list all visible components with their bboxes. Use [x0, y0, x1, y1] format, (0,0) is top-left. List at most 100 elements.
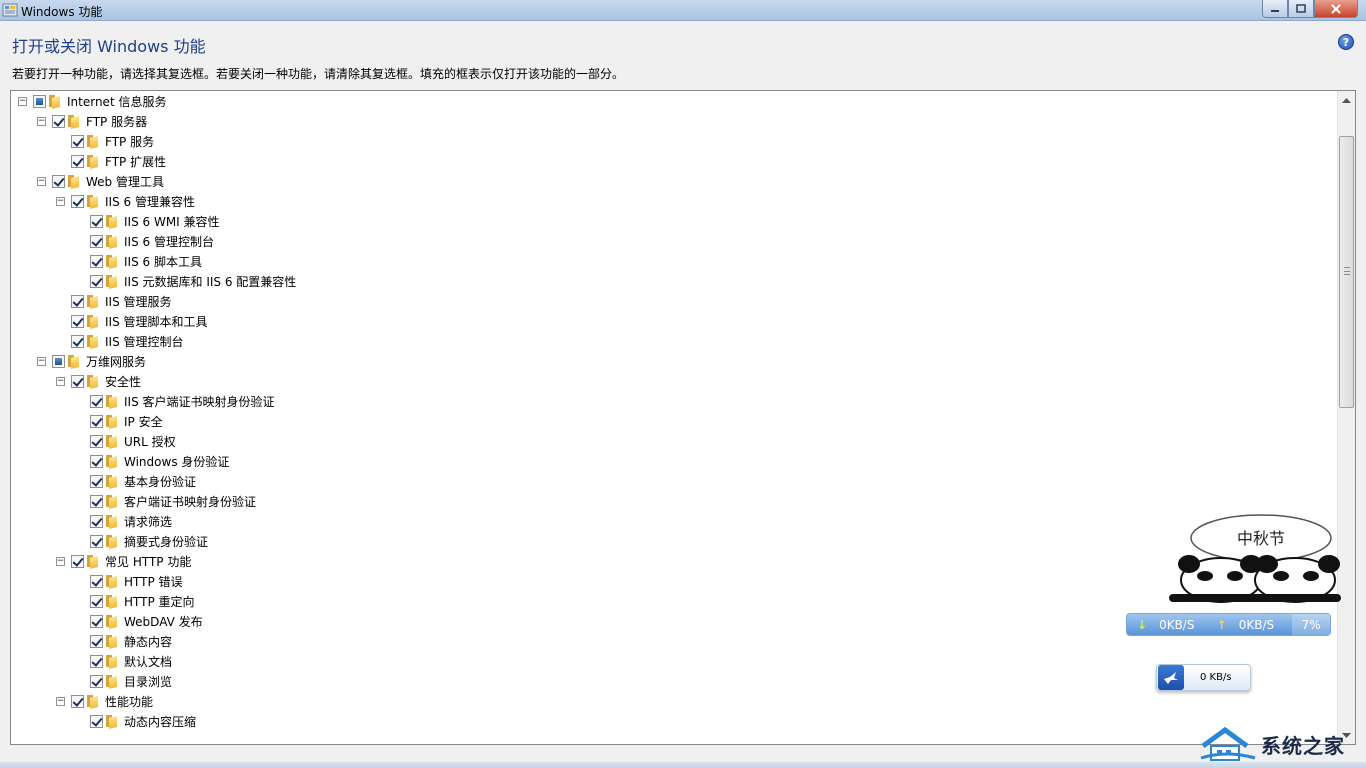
- folder-icon: [86, 294, 98, 308]
- collapse-icon[interactable]: −: [56, 196, 65, 206]
- folder-icon: [105, 274, 117, 288]
- collapse-icon[interactable]: −: [37, 116, 46, 126]
- feature-checkbox[interactable]: [90, 454, 103, 468]
- collapse-icon[interactable]: −: [37, 356, 46, 366]
- collapse-icon[interactable]: −: [56, 556, 65, 566]
- tree-row[interactable]: − FTP 服务器: [37, 111, 147, 131]
- tree-row[interactable]: IIS 6 管理控制台: [75, 231, 214, 251]
- folder-icon: [105, 414, 117, 428]
- feature-checkbox[interactable]: [90, 594, 103, 608]
- feature-checkbox[interactable]: [52, 114, 65, 128]
- tree-row[interactable]: − Internet 信息服务: [18, 91, 166, 111]
- tree-row[interactable]: URL 授权: [75, 431, 176, 451]
- cpu-usage: 7%: [1292, 614, 1330, 635]
- collapse-icon[interactable]: −: [56, 696, 65, 706]
- tree-row[interactable]: 客户端证书映射身份验证: [75, 491, 256, 511]
- tree-row[interactable]: − IIS 6 管理兼容性: [56, 191, 195, 211]
- tree-row[interactable]: 目录浏览: [75, 671, 172, 691]
- feature-checkbox[interactable]: [90, 434, 103, 448]
- tree-row[interactable]: HTTP 错误: [75, 571, 183, 591]
- close-button[interactable]: [1314, 0, 1358, 18]
- feature-checkbox[interactable]: [90, 654, 103, 668]
- tree-row[interactable]: − 万维网服务: [37, 351, 146, 371]
- folder-icon: [105, 434, 117, 448]
- feature-checkbox[interactable]: [90, 494, 103, 508]
- help-icon[interactable]: ?: [1338, 34, 1354, 50]
- feature-checkbox[interactable]: [90, 214, 103, 228]
- feature-checkbox[interactable]: [90, 254, 103, 268]
- feature-checkbox[interactable]: [71, 374, 84, 388]
- feature-checkbox[interactable]: [90, 234, 103, 248]
- maximize-button[interactable]: [1288, 0, 1314, 18]
- house-logo-icon: [1200, 726, 1256, 761]
- download-speed: ↓ 0KB/S: [1127, 614, 1203, 635]
- windows-features-icon: [2, 3, 18, 17]
- tree-row[interactable]: IIS 管理服务: [56, 291, 172, 311]
- feature-checkbox[interactable]: [71, 154, 84, 168]
- tree-row[interactable]: HTTP 重定向: [75, 591, 195, 611]
- tree-row[interactable]: 静态内容: [75, 631, 172, 651]
- feature-checkbox[interactable]: [90, 674, 103, 688]
- tree-row[interactable]: IP 安全: [75, 411, 163, 431]
- tree-row[interactable]: IIS 6 WMI 兼容性: [75, 211, 220, 231]
- tree-row[interactable]: − 常见 HTTP 功能: [56, 551, 191, 571]
- feature-checkbox[interactable]: [90, 634, 103, 648]
- tree-row[interactable]: 动态内容压缩: [75, 711, 196, 731]
- tree-row[interactable]: WebDAV 发布: [75, 611, 203, 631]
- feature-checkbox[interactable]: [90, 414, 103, 428]
- collapse-icon[interactable]: −: [18, 96, 27, 106]
- tree-row[interactable]: IIS 管理脚本和工具: [56, 311, 208, 331]
- feature-checkbox[interactable]: [71, 194, 84, 208]
- folder-icon: [67, 114, 79, 128]
- network-speed-widget[interactable]: ↓ 0KB/S ↑ 0KB/S 7%: [1126, 613, 1331, 636]
- partial-checkbox[interactable]: [52, 354, 65, 368]
- dialog-body: 打开或关闭 Windows 功能 ? 若要打开一种功能，请选择其复选框。若要关闭…: [0, 21, 1366, 768]
- feature-checkbox[interactable]: [71, 134, 84, 148]
- tree-row[interactable]: IIS 元数据库和 IIS 6 配置兼容性: [75, 271, 296, 291]
- collapse-icon[interactable]: −: [37, 176, 46, 186]
- tree-row[interactable]: IIS 管理控制台: [56, 331, 184, 351]
- tree-row[interactable]: − 性能功能: [56, 691, 153, 711]
- folder-icon: [105, 714, 117, 728]
- feature-checkbox[interactable]: [52, 174, 65, 188]
- feature-checkbox[interactable]: [90, 614, 103, 628]
- feature-checkbox[interactable]: [90, 714, 103, 728]
- tree-item-label: IP 安全: [124, 414, 163, 429]
- scroll-up-button[interactable]: [1338, 91, 1355, 108]
- scroll-thumb[interactable]: [1339, 136, 1354, 408]
- feature-checkbox[interactable]: [90, 394, 103, 408]
- features-tree-panel: − Internet 信息服务 − FTP 服务器 FTP 服务 FTP 扩展性 − Web …: [10, 90, 1356, 745]
- feature-checkbox[interactable]: [90, 274, 103, 288]
- tree-row[interactable]: − 安全性: [56, 371, 141, 391]
- feature-checkbox[interactable]: [71, 314, 84, 328]
- tree-row[interactable]: IIS 6 脚本工具: [75, 251, 202, 271]
- tree-item-label: FTP 服务器: [86, 114, 148, 129]
- tree-row[interactable]: FTP 扩展性: [56, 151, 166, 171]
- feature-checkbox[interactable]: [71, 694, 84, 708]
- collapse-icon[interactable]: −: [56, 376, 65, 386]
- feature-checkbox[interactable]: [90, 574, 103, 588]
- tree-item-label: HTTP 错误: [124, 574, 183, 589]
- tree-row[interactable]: 默认文档: [75, 651, 172, 671]
- folder-icon: [86, 554, 98, 568]
- partial-checkbox[interactable]: [33, 94, 46, 108]
- tree-row[interactable]: 基本身份验证: [75, 471, 196, 491]
- tree-row[interactable]: IIS 客户端证书映射身份验证: [75, 391, 275, 411]
- feature-checkbox[interactable]: [71, 334, 84, 348]
- feature-checkbox[interactable]: [90, 474, 103, 488]
- tree-row[interactable]: 请求筛选: [75, 511, 172, 531]
- feature-checkbox[interactable]: [71, 294, 84, 308]
- tree-row[interactable]: − Web 管理工具: [37, 171, 164, 191]
- title-bar[interactable]: Windows 功能: [0, 0, 1366, 21]
- feature-checkbox[interactable]: [71, 554, 84, 568]
- minimize-button[interactable]: [1262, 0, 1288, 18]
- feature-checkbox[interactable]: [90, 514, 103, 528]
- tree-row[interactable]: Windows 身份验证: [75, 451, 229, 471]
- feature-checkbox[interactable]: [90, 534, 103, 548]
- tree-row[interactable]: 摘要式身份验证: [75, 531, 208, 551]
- net-speed-mini-widget[interactable]: 0 KB/s: [1156, 664, 1251, 691]
- vertical-scrollbar[interactable]: [1337, 91, 1355, 744]
- tree-item-label: 客户端证书映射身份验证: [124, 494, 257, 509]
- watermark: 系统之家: [1199, 720, 1366, 768]
- tree-row[interactable]: FTP 服务: [56, 131, 154, 151]
